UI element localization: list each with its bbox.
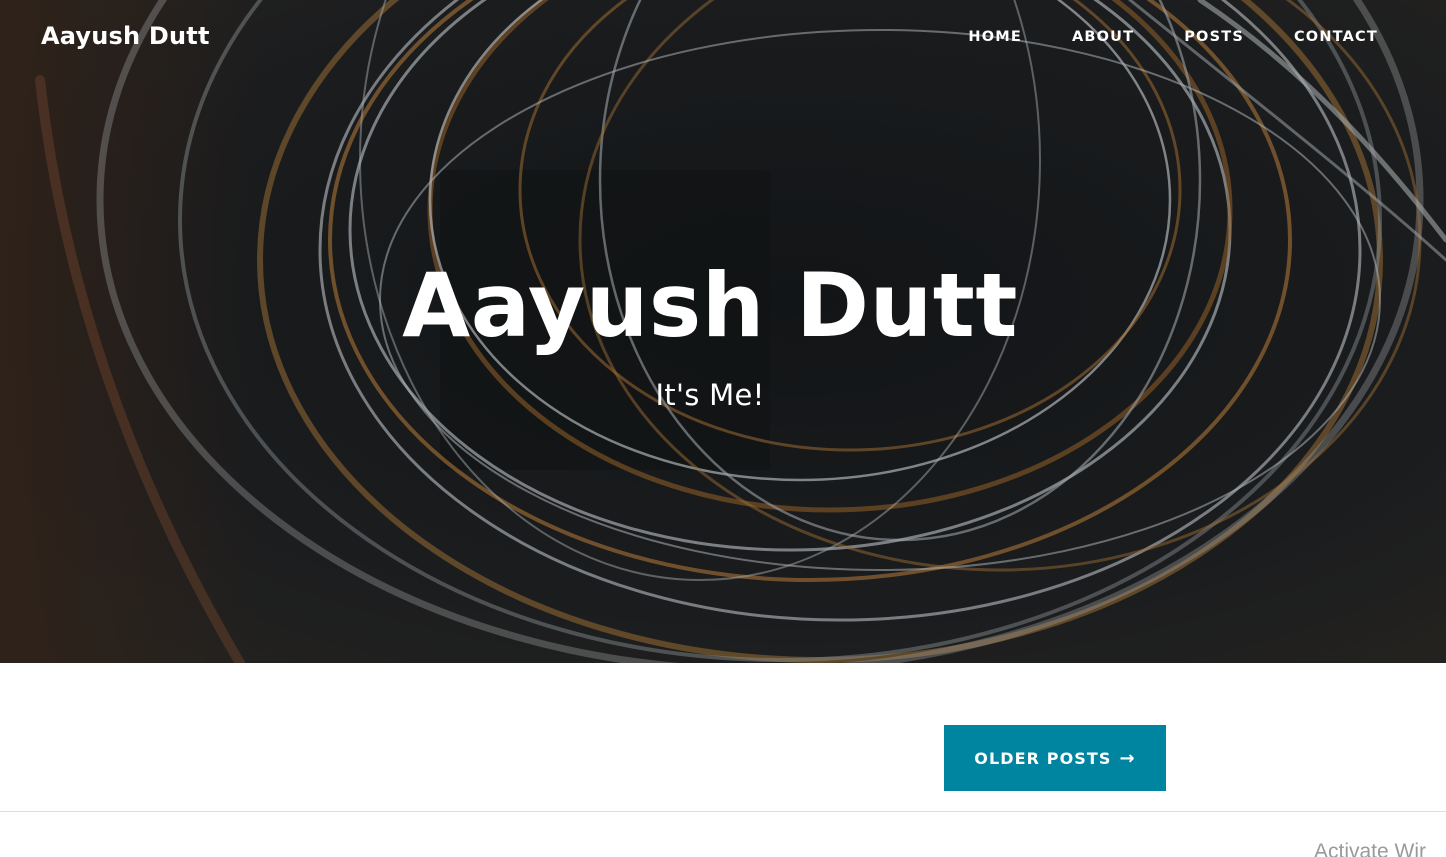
site-brand-link[interactable]: Aayush Dutt — [41, 22, 210, 50]
nav-item-home[interactable]: HOME — [968, 29, 1022, 45]
content-divider — [0, 811, 1446, 812]
older-posts-button[interactable]: OLDER POSTS → — [944, 725, 1166, 791]
older-posts-label: OLDER POSTS — [974, 748, 1112, 768]
nav-item-posts[interactable]: POSTS — [1184, 29, 1244, 45]
os-activation-watermark: Activate Wir — [1314, 840, 1427, 857]
nav-item-contact[interactable]: CONTACT — [1294, 29, 1378, 45]
hero-title: Aayush Dutt — [402, 254, 1018, 357]
hero-header: Aayush Dutt HOME ABOUT POSTS CONTACT Aay… — [0, 0, 1446, 663]
nav-item-about[interactable]: ABOUT — [1072, 29, 1134, 45]
main-nav: HOME ABOUT POSTS CONTACT — [918, 29, 1378, 45]
hero-subtitle: It's Me! — [655, 378, 765, 412]
page: Aayush Dutt HOME ABOUT POSTS CONTACT Aay… — [0, 0, 1446, 857]
arrow-right-icon: → — [1119, 747, 1136, 769]
